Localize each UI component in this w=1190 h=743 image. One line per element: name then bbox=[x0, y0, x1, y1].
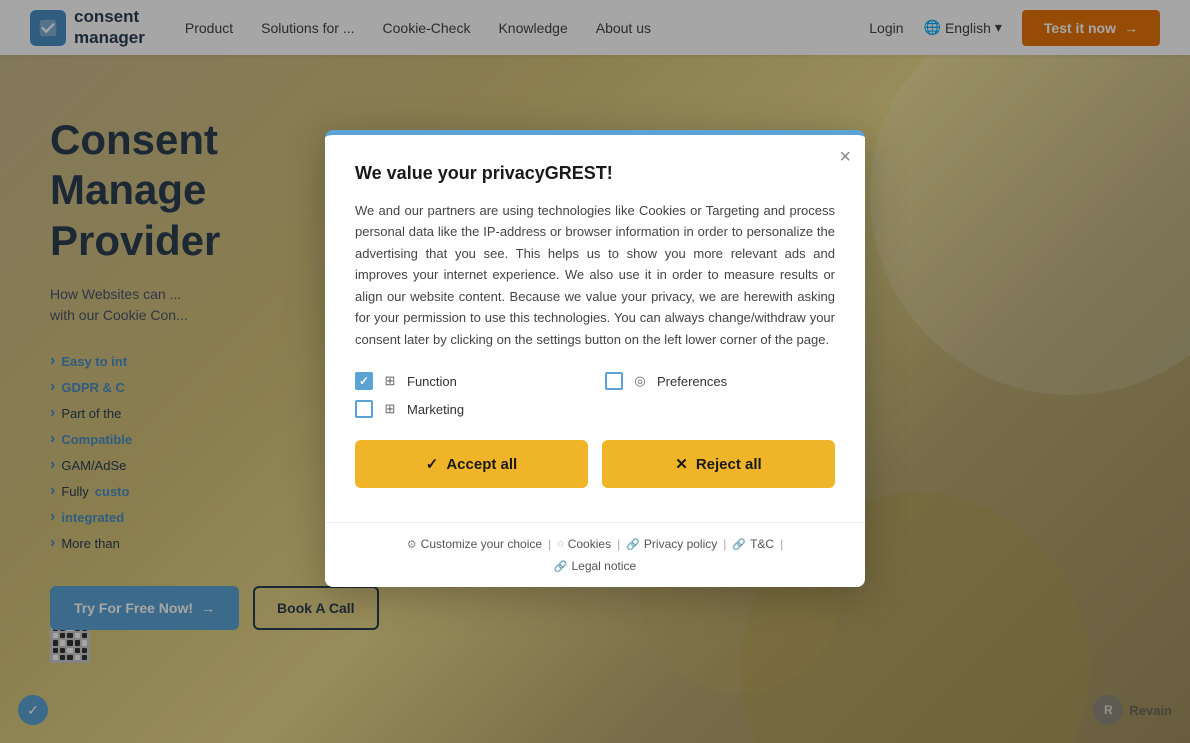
modal-actions: ✓ Accept all ✕ Reject all bbox=[355, 440, 835, 488]
consent-modal: × We value your privacyGREST! We and our… bbox=[325, 130, 865, 587]
marketing-checkbox[interactable] bbox=[355, 400, 373, 418]
customize-choice-link[interactable]: ⚙ Customize your choice bbox=[407, 537, 542, 551]
separator-2: | bbox=[617, 537, 620, 551]
modal-body: We value your privacyGREST! We and our p… bbox=[325, 135, 865, 522]
marketing-icon: ⊞ bbox=[381, 400, 399, 418]
preferences-icon: ◎ bbox=[631, 372, 649, 390]
modal-overlay: × We value your privacyGREST! We and our… bbox=[0, 0, 1190, 743]
separator-1: | bbox=[548, 537, 551, 551]
separator-3: | bbox=[723, 537, 726, 551]
settings-icon: ⚙ bbox=[407, 538, 417, 551]
modal-close-button[interactable]: × bbox=[839, 147, 851, 167]
legal-notice-link[interactable]: 🔗 Legal notice bbox=[554, 559, 636, 573]
link-icon-2: 🔗 bbox=[732, 538, 746, 551]
function-checkbox[interactable] bbox=[355, 372, 373, 390]
checkmark-icon: ✓ bbox=[426, 455, 439, 473]
function-label: Function bbox=[407, 374, 457, 389]
cross-icon: ✕ bbox=[675, 455, 688, 473]
cookies-link[interactable]: ◌ Cookies bbox=[557, 537, 611, 551]
footer-links-row-1: ⚙ Customize your choice | ◌ Cookies | 🔗 … bbox=[355, 537, 835, 551]
link-icon-1: 🔗 bbox=[626, 538, 640, 551]
modal-description: We and our partners are using technologi… bbox=[355, 200, 835, 350]
consent-option-preferences: ◎ Preferences bbox=[605, 372, 835, 390]
link-icon-3: 🔗 bbox=[554, 560, 568, 573]
modal-footer: ⚙ Customize your choice | ◌ Cookies | 🔗 … bbox=[325, 522, 865, 587]
privacy-policy-link[interactable]: 🔗 Privacy policy bbox=[626, 537, 717, 551]
consent-options: ⊞ Function ◎ Preferences ⊞ Marketing bbox=[355, 372, 835, 418]
function-icon: ⊞ bbox=[381, 372, 399, 390]
reject-all-button[interactable]: ✕ Reject all bbox=[602, 440, 835, 488]
consent-option-function: ⊞ Function bbox=[355, 372, 585, 390]
preferences-label: Preferences bbox=[657, 374, 727, 389]
separator-4: | bbox=[780, 537, 783, 551]
tnc-link[interactable]: 🔗 T&C bbox=[732, 537, 774, 551]
preferences-checkbox[interactable] bbox=[605, 372, 623, 390]
footer-links-row-2: 🔗 Legal notice bbox=[355, 559, 835, 573]
marketing-label: Marketing bbox=[407, 402, 464, 417]
consent-option-marketing: ⊞ Marketing bbox=[355, 400, 585, 418]
accept-all-button[interactable]: ✓ Accept all bbox=[355, 440, 588, 488]
modal-title: We value your privacyGREST! bbox=[355, 163, 835, 184]
cookie-icon: ◌ bbox=[557, 538, 564, 550]
